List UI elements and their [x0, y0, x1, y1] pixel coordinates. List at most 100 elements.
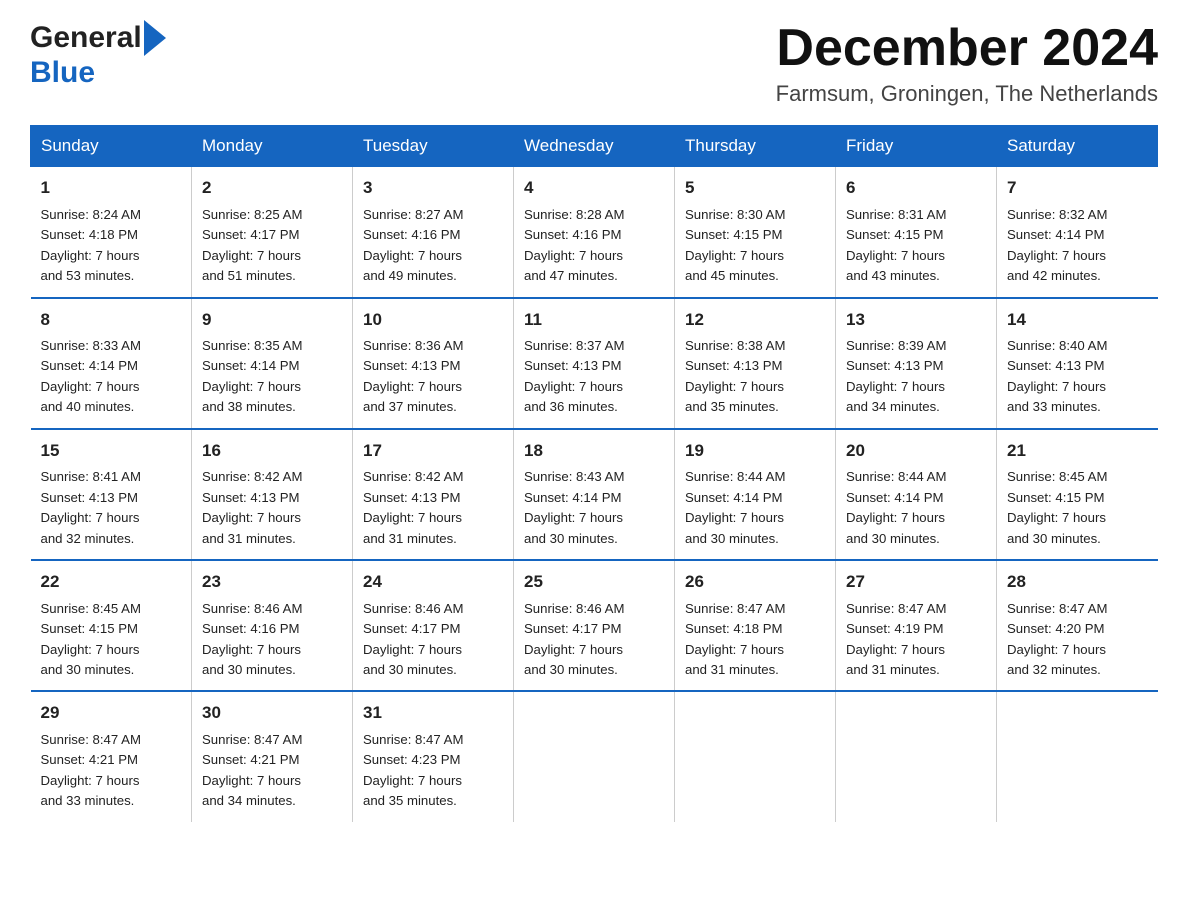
calendar-cell: 6Sunrise: 8:31 AMSunset: 4:15 PMDaylight… — [836, 167, 997, 298]
calendar-cell: 13 Sunrise: 8:39 AMSunset: 4:13 PMDayligh… — [836, 298, 997, 429]
day-number: 29 — [41, 700, 182, 726]
col-header-sunday: Sunday — [31, 126, 192, 167]
calendar-cell: 2 Sunrise: 8:25 AMSunset: 4:17 PMDaylight… — [192, 167, 353, 298]
day-number: 4 — [524, 175, 664, 201]
day-info: Sunrise: 8:47 AMSunset: 4:18 PMDaylight:… — [685, 601, 785, 677]
day-number: 27 — [846, 569, 986, 595]
day-info: Sunrise: 8:47 AMSunset: 4:21 PMDaylight:… — [202, 732, 302, 808]
day-number: 22 — [41, 569, 182, 595]
day-info: Sunrise: 8:36 AMSunset: 4:13 PMDaylight:… — [363, 338, 463, 414]
day-number: 12 — [685, 307, 825, 333]
day-info: Sunrise: 8:44 AMSunset: 4:14 PMDaylight:… — [846, 469, 946, 545]
day-info: Sunrise: 8:27 AMSunset: 4:16 PMDaylight:… — [363, 207, 463, 283]
calendar-cell: 9 Sunrise: 8:35 AMSunset: 4:14 PMDaylight… — [192, 298, 353, 429]
day-number: 14 — [1007, 307, 1148, 333]
logo-blue: Blue — [30, 56, 95, 89]
col-header-thursday: Thursday — [675, 126, 836, 167]
day-number: 8 — [41, 307, 182, 333]
day-number: 2 — [202, 175, 342, 201]
day-number: 25 — [524, 569, 664, 595]
calendar-cell — [997, 691, 1158, 821]
day-info: Sunrise: 8:35 AMSunset: 4:14 PMDaylight:… — [202, 338, 302, 414]
calendar-table: SundayMondayTuesdayWednesdayThursdayFrid… — [30, 125, 1158, 822]
calendar-week-row: 29 Sunrise: 8:47 AMSunset: 4:21 PMDayligh… — [31, 691, 1158, 821]
calendar-cell — [514, 691, 675, 821]
day-number: 3 — [363, 175, 503, 201]
day-info: Sunrise: 8:45 AMSunset: 4:15 PMDaylight:… — [1007, 469, 1107, 545]
day-number: 9 — [202, 307, 342, 333]
day-info: Sunrise: 8:45 AMSunset: 4:15 PMDaylight:… — [41, 601, 141, 677]
calendar-week-row: 22 Sunrise: 8:45 AMSunset: 4:15 PMDayligh… — [31, 560, 1158, 691]
calendar-cell: 17 Sunrise: 8:42 AMSunset: 4:13 PMDayligh… — [353, 429, 514, 560]
day-info: Sunrise: 8:25 AMSunset: 4:17 PMDaylight:… — [202, 207, 302, 283]
calendar-cell: 16 Sunrise: 8:42 AMSunset: 4:13 PMDayligh… — [192, 429, 353, 560]
day-info: Sunrise: 8:43 AMSunset: 4:14 PMDaylight:… — [524, 469, 624, 545]
calendar-week-row: 1 Sunrise: 8:24 AMSunset: 4:18 PMDaylight… — [31, 167, 1158, 298]
day-info: Sunrise: 8:46 AMSunset: 4:17 PMDaylight:… — [524, 601, 624, 677]
day-number: 7 — [1007, 175, 1148, 201]
calendar-cell: 3 Sunrise: 8:27 AMSunset: 4:16 PMDaylight… — [353, 167, 514, 298]
calendar-cell: 30Sunrise: 8:47 AMSunset: 4:21 PMDayligh… — [192, 691, 353, 821]
day-info: Sunrise: 8:24 AMSunset: 4:18 PMDaylight:… — [41, 207, 141, 283]
day-info: Sunrise: 8:33 AMSunset: 4:14 PMDaylight:… — [41, 338, 141, 414]
day-number: 28 — [1007, 569, 1148, 595]
day-number: 1 — [41, 175, 182, 201]
day-info: Sunrise: 8:42 AMSunset: 4:13 PMDaylight:… — [202, 469, 302, 545]
calendar-cell: 24Sunrise: 8:46 AMSunset: 4:17 PMDayligh… — [353, 560, 514, 691]
calendar-cell: 25 Sunrise: 8:46 AMSunset: 4:17 PMDayligh… — [514, 560, 675, 691]
calendar-cell: 12 Sunrise: 8:38 AMSunset: 4:13 PMDayligh… — [675, 298, 836, 429]
col-header-saturday: Saturday — [997, 126, 1158, 167]
title-area: December 2024 Farmsum, Groningen, The Ne… — [776, 20, 1158, 107]
calendar-cell: 20 Sunrise: 8:44 AMSunset: 4:14 PMDayligh… — [836, 429, 997, 560]
calendar-week-row: 8 Sunrise: 8:33 AMSunset: 4:14 PMDaylight… — [31, 298, 1158, 429]
calendar-cell: 15Sunrise: 8:41 AMSunset: 4:13 PMDayligh… — [31, 429, 192, 560]
calendar-cell: 18 Sunrise: 8:43 AMSunset: 4:14 PMDayligh… — [514, 429, 675, 560]
day-number: 23 — [202, 569, 342, 595]
page-header: General Blue December 2024 Farmsum, Gron… — [30, 20, 1158, 107]
day-number: 6 — [846, 175, 986, 201]
calendar-header-row: SundayMondayTuesdayWednesdayThursdayFrid… — [31, 126, 1158, 167]
calendar-cell: 22 Sunrise: 8:45 AMSunset: 4:15 PMDayligh… — [31, 560, 192, 691]
day-number: 15 — [41, 438, 182, 464]
day-number: 18 — [524, 438, 664, 464]
day-info: Sunrise: 8:39 AMSunset: 4:13 PMDaylight:… — [846, 338, 946, 414]
calendar-cell: 28Sunrise: 8:47 AMSunset: 4:20 PMDayligh… — [997, 560, 1158, 691]
logo: General Blue — [30, 20, 166, 90]
day-number: 21 — [1007, 438, 1148, 464]
day-number: 20 — [846, 438, 986, 464]
calendar-week-row: 15Sunrise: 8:41 AMSunset: 4:13 PMDayligh… — [31, 429, 1158, 560]
calendar-cell: 14 Sunrise: 8:40 AMSunset: 4:13 PMDayligh… — [997, 298, 1158, 429]
day-info: Sunrise: 8:47 AMSunset: 4:19 PMDaylight:… — [846, 601, 946, 677]
day-info: Sunrise: 8:38 AMSunset: 4:13 PMDaylight:… — [685, 338, 785, 414]
calendar-cell — [836, 691, 997, 821]
calendar-cell: 27 Sunrise: 8:47 AMSunset: 4:19 PMDayligh… — [836, 560, 997, 691]
calendar-cell: 26Sunrise: 8:47 AMSunset: 4:18 PMDayligh… — [675, 560, 836, 691]
day-number: 16 — [202, 438, 342, 464]
col-header-wednesday: Wednesday — [514, 126, 675, 167]
day-number: 17 — [363, 438, 503, 464]
location: Farmsum, Groningen, The Netherlands — [776, 81, 1158, 107]
day-number: 31 — [363, 700, 503, 726]
day-info: Sunrise: 8:40 AMSunset: 4:13 PMDaylight:… — [1007, 338, 1107, 414]
day-number: 5 — [685, 175, 825, 201]
col-header-friday: Friday — [836, 126, 997, 167]
day-number: 11 — [524, 307, 664, 333]
calendar-cell: 8 Sunrise: 8:33 AMSunset: 4:14 PMDaylight… — [31, 298, 192, 429]
day-info: Sunrise: 8:42 AMSunset: 4:13 PMDaylight:… — [363, 469, 463, 545]
month-title: December 2024 — [776, 20, 1158, 77]
col-header-tuesday: Tuesday — [353, 126, 514, 167]
day-info: Sunrise: 8:44 AMSunset: 4:14 PMDaylight:… — [685, 469, 785, 545]
day-number: 13 — [846, 307, 986, 333]
calendar-cell: 23Sunrise: 8:46 AMSunset: 4:16 PMDayligh… — [192, 560, 353, 691]
day-number: 10 — [363, 307, 503, 333]
calendar-cell: 29Sunrise: 8:47 AMSunset: 4:21 PMDayligh… — [31, 691, 192, 821]
calendar-cell: 19Sunrise: 8:44 AMSunset: 4:14 PMDayligh… — [675, 429, 836, 560]
day-info: Sunrise: 8:46 AMSunset: 4:17 PMDaylight:… — [363, 601, 463, 677]
day-info: Sunrise: 8:28 AMSunset: 4:16 PMDaylight:… — [524, 207, 624, 283]
logo-general: General — [30, 23, 142, 53]
calendar-cell: 1 Sunrise: 8:24 AMSunset: 4:18 PMDaylight… — [31, 167, 192, 298]
calendar-cell: 31Sunrise: 8:47 AMSunset: 4:23 PMDayligh… — [353, 691, 514, 821]
calendar-cell: 21 Sunrise: 8:45 AMSunset: 4:15 PMDayligh… — [997, 429, 1158, 560]
calendar-cell: 4 Sunrise: 8:28 AMSunset: 4:16 PMDaylight… — [514, 167, 675, 298]
calendar-cell: 7Sunrise: 8:32 AMSunset: 4:14 PMDaylight… — [997, 167, 1158, 298]
